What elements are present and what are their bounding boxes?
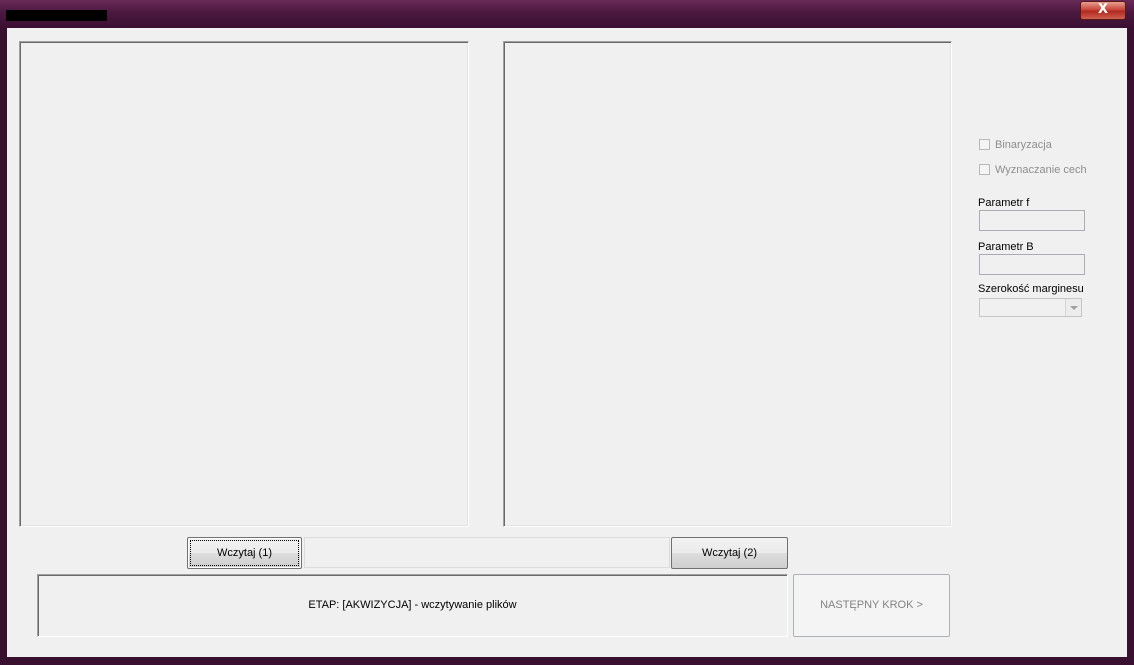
load-2-button[interactable]: Wczytaj (2)	[671, 537, 788, 569]
file-path-field[interactable]	[304, 537, 670, 568]
features-checkbox[interactable]: Wyznaczanie cech	[979, 162, 1087, 178]
image-box-left	[19, 41, 469, 527]
checkbox-icon	[979, 138, 990, 150]
title-bar: X	[0, 0, 1134, 28]
window-title-redacted	[6, 10, 107, 21]
close-button[interactable]: X	[1080, 1, 1126, 20]
binarization-checkbox[interactable]: Binaryzacja	[979, 137, 1052, 153]
margin-width-label: Szerokość marginesu	[978, 283, 1084, 295]
margin-width-dropdown[interactable]	[979, 298, 1082, 317]
image-box-right	[503, 41, 952, 527]
window-frame-bottom	[0, 657, 1134, 665]
status-box: ETAP: [AKWIZYCJA] - wczytywanie plików	[37, 574, 788, 637]
binarization-label: Binaryzacja	[995, 139, 1052, 151]
features-label: Wyznaczanie cech	[995, 164, 1087, 176]
status-text: ETAP: [AKWIZYCJA] - wczytywanie plików	[308, 599, 517, 611]
param-b-label: Parametr B	[978, 241, 1034, 253]
next-step-button[interactable]: NASTĘPNY KROK >	[793, 574, 950, 637]
param-f-input[interactable]	[979, 210, 1085, 231]
param-f-label: Parametr f	[978, 197, 1030, 209]
param-b-input[interactable]	[979, 254, 1085, 275]
main-window-client: Wczytaj (1) Wczytaj (2) ETAP: [AKWIZYCJA…	[7, 28, 1127, 657]
load-1-button[interactable]: Wczytaj (1)	[187, 537, 302, 569]
checkbox-icon	[979, 163, 990, 175]
chevron-down-icon[interactable]	[1065, 299, 1081, 316]
